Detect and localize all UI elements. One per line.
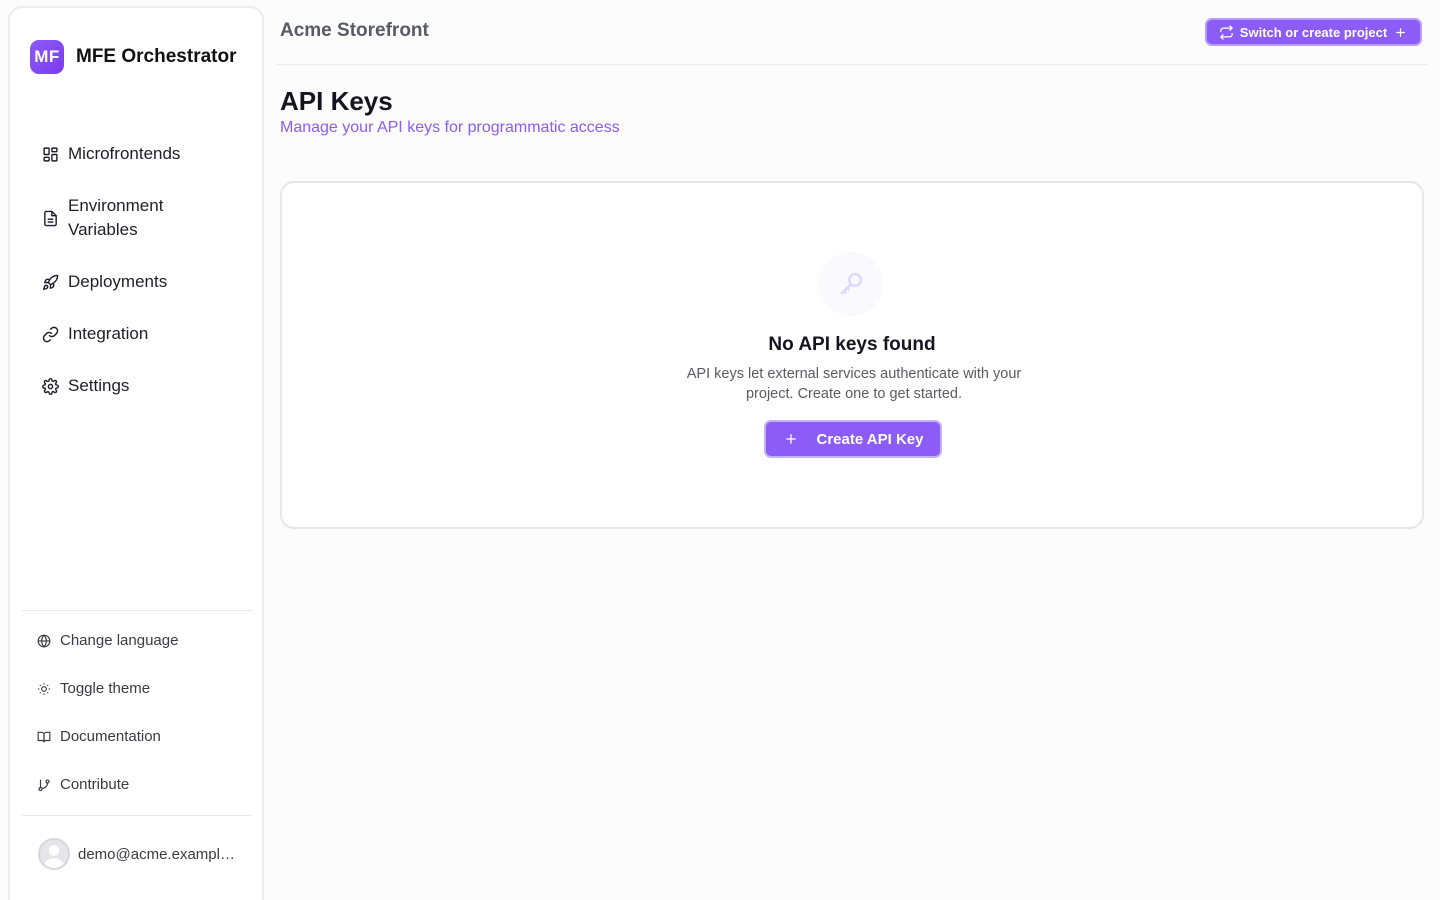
documentation-link[interactable]: Documentation [36,728,161,745]
grid-icon [40,144,60,164]
page-title: API Keys [280,86,393,116]
util-label: Documentation [60,728,161,745]
sidebar-divider [22,610,252,611]
sidebar: MF MFE Orchestrator Microfrontends Envir… [8,6,264,900]
key-icon [819,252,883,316]
sidebar-item-label: Environment Variables [68,196,164,239]
plus-icon [785,434,796,444]
book-icon [36,729,52,745]
sidebar-item-label: Integration [68,324,149,343]
sidebar-item-environment-variables[interactable]: Environment Variables [40,194,250,242]
util-label: Contribute [60,776,130,793]
brand-logo: MF [30,40,64,74]
globe-icon [36,633,52,649]
switch-project-label: Switch or create project [1239,24,1388,40]
brand-name: MFE Orchestrator [76,46,237,67]
create-api-key-label: Create API Key [816,430,924,448]
util-label: Change language [60,632,179,649]
app-root: MF MFE Orchestrator Microfrontends Envir… [0,0,1440,900]
gear-icon [40,376,60,396]
sidebar-item-label: Deployments [68,272,168,291]
user-email: demo@acme.example.com [78,845,238,863]
empty-state-card: No API keys found API keys let external … [280,181,1424,529]
contribute-link[interactable]: Contribute [36,776,129,793]
sidebar-item-label: Microfrontends [68,144,181,163]
create-api-key-button[interactable]: Create API Key [764,420,942,458]
change-language-button[interactable]: Change language [36,632,178,649]
user-icon [43,845,65,868]
repeat-icon [1219,24,1233,40]
file-text-icon [40,208,60,228]
sidebar-item-label: Settings [68,376,130,395]
empty-state-description: API keys let external services authentic… [686,366,1022,402]
util-label: Toggle theme [60,680,151,697]
sidebar-item-integration[interactable]: Integration [40,322,250,346]
sidebar-item-deployments[interactable]: Deployments [40,270,250,294]
sidebar-item-settings[interactable]: Settings [40,374,250,398]
rocket-icon [40,272,60,292]
switch-project-button[interactable]: Switch or create project [1205,18,1422,46]
brand[interactable]: MF MFE Orchestrator [30,40,236,74]
page-subtitle: Manage your API keys for programmatic ac… [280,119,620,136]
sidebar-item-microfrontends[interactable]: Microfrontends [40,142,250,166]
link-icon [40,324,60,344]
user-menu[interactable]: demo@acme.example.com [38,838,238,870]
empty-state-title: No API keys found [768,334,936,355]
project-name: Acme Storefront [280,20,429,41]
plus-icon [1396,27,1406,37]
avatar [38,838,70,870]
sidebar-divider [22,815,252,816]
git-branch-icon [36,777,52,793]
header-divider [276,64,1428,65]
sun-icon [36,681,52,697]
toggle-theme-button[interactable]: Toggle theme [36,680,150,697]
